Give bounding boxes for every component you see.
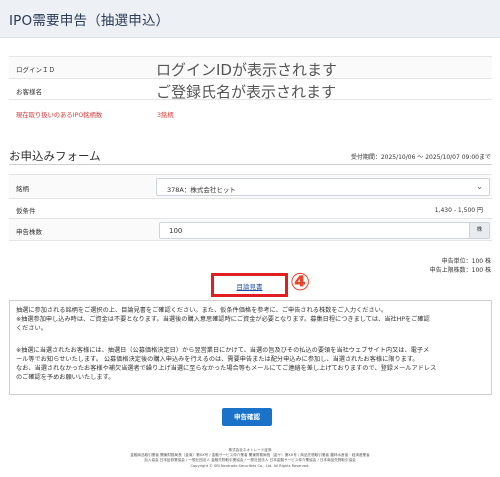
note-line: ください。 — [16, 325, 47, 332]
customer-name-value: ご登録氏名が表示されます — [156, 83, 337, 101]
prospectus-link[interactable]: 目論見書 — [214, 281, 285, 291]
stock-row: 銘柄 378A：株式会社ヒット ⌄ — [9, 174, 492, 198]
quantity-row: 申告株数 株 — [9, 218, 492, 241]
confirm-button[interactable]: 申告確認 — [222, 408, 272, 426]
customer-name-row: お客様名 ご登録氏名が表示されます — [9, 78, 492, 101]
application-form: 銘柄 378A：株式会社ヒット ⌄ 仮条件 1,430 - 1,500 円 申告… — [9, 174, 492, 241]
form-section-title: お申込みフォーム — [9, 149, 101, 163]
ipo-count-value: 3銘柄 — [157, 112, 174, 119]
condition-value: 1,430 - 1,500 円 — [434, 207, 483, 214]
order-unit-info: 申告単位：100 株 — [441, 258, 491, 265]
login-id-value: ログインIDが表示されます — [156, 61, 337, 79]
section-divider — [9, 164, 492, 165]
account-info-table: ログインＩＤ ログインIDが表示されます お客様名 ご登録氏名が表示されます — [9, 56, 492, 101]
note-line: なお、当選されなかったお客様や補欠当選者で繰り上げ当選に至らなかった場合等もメー… — [16, 365, 437, 372]
order-limit-info: 申告上限株数：100 株 — [429, 267, 491, 274]
login-id-row: ログインＩＤ ログインIDが表示されます — [9, 56, 492, 79]
stock-selected-value: 378A：株式会社ヒット — [167, 186, 236, 194]
step-number-badge: ④ — [290, 268, 311, 296]
condition-row: 仮条件 1,430 - 1,500 円 — [9, 198, 492, 218]
note-line: ール等でお知らせいたします。 公募価格決定後の購入申込みを行えるのは、需要申告ま… — [16, 356, 419, 363]
page-header: IPO需要申告（抽選申込） — [0, 0, 500, 38]
notes-box: 抽選に参加される銘柄をご選択の上、目論見書をご確認ください。また、仮条件価格を参… — [9, 300, 492, 395]
customer-name-label: お客様名 — [16, 88, 42, 96]
login-id-label: ログインＩＤ — [16, 66, 55, 74]
quantity-input-group: 株 — [159, 222, 490, 239]
quantity-unit: 株 — [469, 223, 489, 238]
footer: 株式会社ネオトレード証券 金融商品取引業者 関東財務局長（金商）第XX号 / 金… — [0, 448, 500, 469]
condition-label: 仮条件 — [16, 207, 36, 215]
prospectus-highlight: 目論見書 — [211, 273, 288, 297]
stock-select[interactable]: 378A：株式会社ヒット ⌄ — [156, 178, 490, 196]
note-line: のご確認を予めお願いいたします。 — [16, 374, 115, 381]
note-line: ※抽選参加申し込み時は、ご資金は不要となります。当選後の購入意思確認時にご資金が… — [16, 316, 430, 323]
quantity-input[interactable] — [160, 223, 470, 238]
footer-copyright: Copyright © SBI Neotrade Securities Co.,… — [190, 463, 310, 468]
application-period: 受付期間：2025/10/06 〜 2025/10/07 09:00まで — [350, 154, 491, 161]
stock-label: 銘柄 — [16, 185, 29, 193]
note-line: ※抽選に当選されたお客様には、抽選日（公募価格決定日）から翌営業日にかけて、当選… — [16, 347, 430, 354]
note-line: 抽選に参加される銘柄をご選択の上、目論見書をご確認ください。また、仮条件価格を参… — [16, 307, 388, 314]
chevron-down-icon: ⌄ — [476, 182, 483, 191]
page-title: IPO需要申告（抽選申込） — [9, 13, 170, 29]
ipo-count-label: 現在取り扱いのあるIPO銘柄数 — [16, 112, 103, 119]
quantity-label: 申告株数 — [16, 228, 42, 236]
